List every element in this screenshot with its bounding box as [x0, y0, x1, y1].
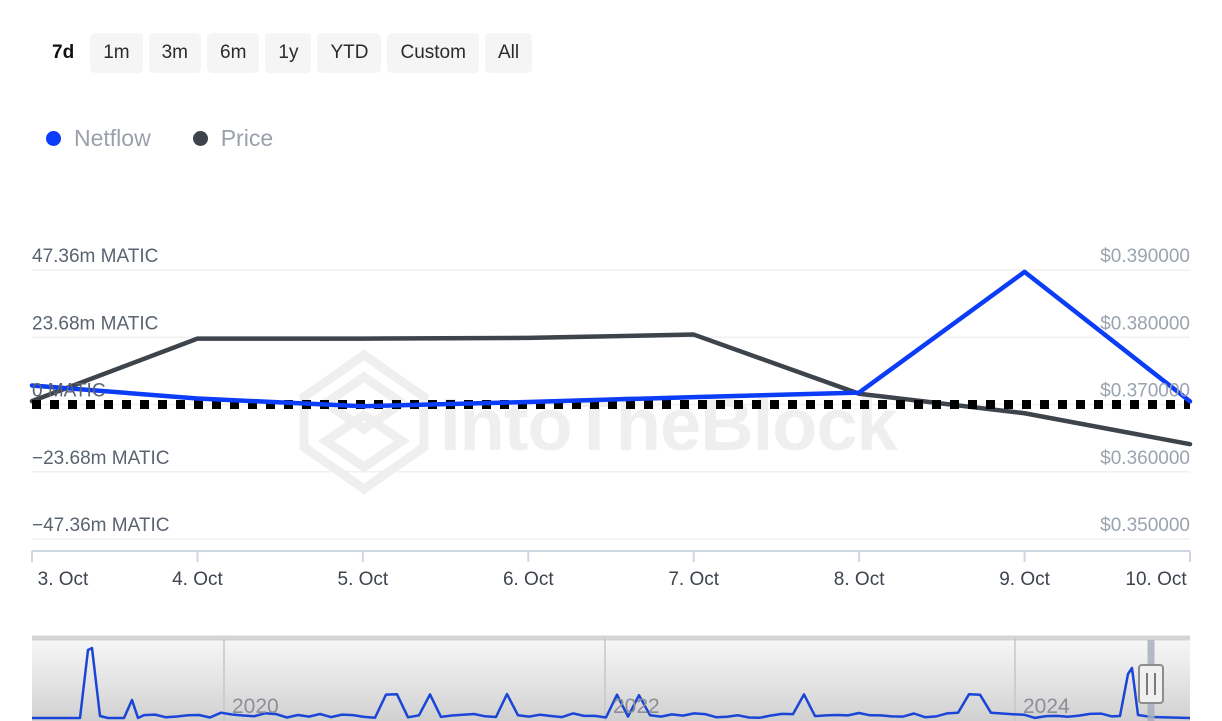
right-axis-tick-label: $0.370000	[1100, 381, 1190, 402]
left-axis-labels: 47.36m MATIC 23.68m MATIC 0 MATIC −23.68m M…	[32, 246, 169, 536]
netflow-price-chart-panel: 7d 1m 3m 6m 1y YTD Custom All Netflow Pr…	[0, 0, 1222, 721]
range-navigator[interactable]: 2020 2022 2024	[32, 628, 1190, 721]
right-axis-tick-label: $0.350000	[1100, 515, 1190, 536]
x-axis-tick-label: 9. Oct	[999, 569, 1050, 590]
right-axis-labels: $0.390000 $0.380000 $0.370000 $0.360000 $0.3…	[1100, 246, 1190, 536]
x-axis-tick-label: 5. Oct	[338, 569, 389, 590]
x-axis-tick-label: 6. Oct	[503, 569, 554, 590]
x-axis-labels: 3. Oct 4. Oct 5. Oct 6. Oct 7. Oct 8. Oct 9. O…	[38, 569, 1188, 590]
left-axis-tick-label: 23.68m MATIC	[32, 313, 158, 334]
navigator-year-label: 2024	[1023, 695, 1070, 718]
right-axis-tick-label: $0.360000	[1100, 448, 1190, 469]
left-axis-tick-label: 0 MATIC	[32, 381, 106, 402]
x-axis-tick-label: 7. Oct	[668, 569, 719, 590]
right-axis-tick-label: $0.380000	[1100, 313, 1190, 334]
x-axis-tick-label: 3. Oct	[38, 569, 89, 590]
left-axis-tick-label: 47.36m MATIC	[32, 246, 158, 267]
left-axis-tick-label: −47.36m MATIC	[32, 515, 169, 536]
navigator-year-label: 2022	[613, 695, 660, 718]
right-axis-tick-label: $0.390000	[1100, 246, 1190, 267]
chart-plot-area[interactable]: IntoTheBlock 47.36m MATIC 23.68m MATIC 0 M…	[0, 0, 1222, 610]
navigator-year-label: 2020	[232, 695, 279, 718]
x-axis-tick-label: 8. Oct	[834, 569, 885, 590]
x-axis-tick-label: 10. Oct	[1125, 569, 1187, 590]
x-axis-tick-label: 4. Oct	[172, 569, 223, 590]
left-axis-tick-label: −23.68m MATIC	[32, 448, 169, 469]
x-axis-ticks	[31, 551, 1191, 562]
intotheblock-diamond-logo-icon	[299, 349, 429, 495]
